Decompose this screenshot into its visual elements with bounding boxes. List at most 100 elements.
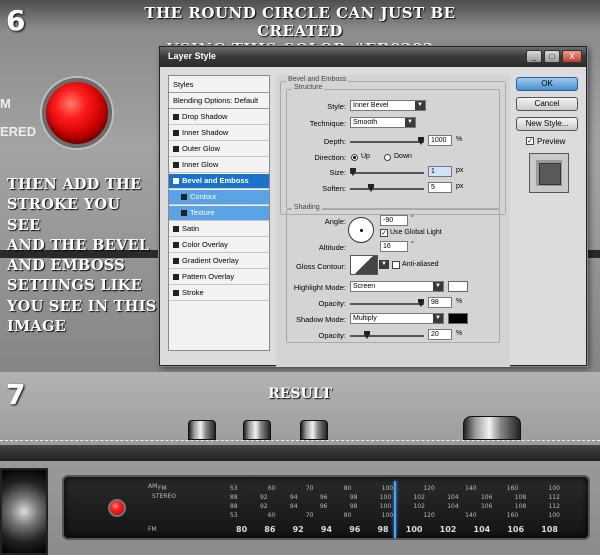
- highlight-color-swatch[interactable]: [448, 281, 468, 292]
- structure-legend: Structure: [292, 84, 325, 91]
- checkbox-icon[interactable]: [173, 226, 179, 232]
- layer-style-dialog: Layer Style _ □ X Styles Blending Option…: [159, 46, 587, 367]
- scale-tick: 53: [230, 512, 238, 519]
- checkbox-checked-icon[interactable]: [173, 178, 179, 184]
- altitude-unit: °: [411, 241, 414, 248]
- shadow-opacity-input[interactable]: 20: [428, 329, 452, 340]
- depth-label: Depth:: [323, 137, 346, 146]
- radio-knob: [188, 420, 216, 440]
- scale-tick: 96: [319, 494, 328, 501]
- fm-tick: 108: [541, 525, 558, 534]
- checkbox-icon[interactable]: [173, 146, 179, 152]
- anti-aliased-label: Anti-aliased: [402, 261, 439, 268]
- styles-list-stroke[interactable]: Stroke: [169, 286, 269, 301]
- depth-input[interactable]: 1000: [428, 135, 452, 146]
- checkbox-icon[interactable]: [173, 290, 179, 296]
- checkbox-icon[interactable]: [173, 258, 179, 264]
- instruction-line: AND THE BEVEL: [7, 236, 150, 254]
- styles-list-bevel-emboss[interactable]: Bevel and Emboss: [169, 174, 269, 189]
- styles-list-gradient-overlay[interactable]: Gradient Overlay: [169, 254, 269, 269]
- soften-input[interactable]: 5: [428, 182, 452, 193]
- checkbox-icon[interactable]: [173, 162, 179, 168]
- minimize-button[interactable]: _: [526, 50, 542, 63]
- checkbox-icon[interactable]: [173, 130, 179, 136]
- scale-tick: 112: [548, 494, 560, 501]
- anti-aliased-checkbox[interactable]: [392, 261, 400, 269]
- preview-checkbox[interactable]: ✓: [526, 137, 534, 145]
- ok-button[interactable]: OK: [516, 77, 578, 91]
- angle-dial-icon[interactable]: [348, 217, 374, 243]
- style-dropdown[interactable]: Inner Bevel ▼: [350, 100, 426, 111]
- step6-instructions: THEN ADD THE STROKE YOU SEE AND THE BEVE…: [7, 175, 157, 337]
- checkbox-icon[interactable]: [173, 242, 179, 248]
- styles-list-styles[interactable]: Styles: [169, 78, 269, 93]
- depth-slider[interactable]: [350, 137, 424, 145]
- scale-tick: 53: [230, 485, 238, 492]
- scale-tick: 94: [289, 494, 298, 501]
- scale-tick: 60: [267, 485, 276, 492]
- checkbox-icon[interactable]: [181, 210, 187, 216]
- tuner-dial: FM STEREO AM FM 53 60 70 80 100 120 140 …: [62, 475, 590, 540]
- new-style-button[interactable]: New Style...: [516, 117, 578, 131]
- direction-label: Direction:: [314, 153, 346, 162]
- gloss-contour-picker[interactable]: [350, 255, 378, 275]
- dialog-titlebar[interactable]: Layer Style _ □ X: [160, 47, 586, 67]
- fm-tick: 92: [292, 525, 304, 534]
- maximize-button[interactable]: □: [544, 50, 560, 63]
- scale-tick: 94: [289, 503, 298, 510]
- am-tag: AM: [148, 483, 158, 490]
- red-circle-button: [42, 78, 112, 148]
- scale-tick: 108: [514, 494, 527, 501]
- radio-knob: [300, 420, 328, 440]
- altitude-input[interactable]: 16: [380, 241, 408, 252]
- stereo-label-top: M: [0, 96, 11, 111]
- gloss-contour-label: Gloss Contour:: [295, 262, 346, 271]
- angle-input[interactable]: -90: [380, 215, 408, 226]
- size-unit: px: [456, 167, 464, 174]
- shadow-opacity-slider[interactable]: [350, 331, 424, 339]
- scale-tick: 100: [381, 512, 394, 519]
- use-global-light-checkbox[interactable]: ✓: [380, 229, 388, 237]
- highlight-mode-dropdown[interactable]: Screen ▼: [350, 281, 444, 292]
- soften-slider[interactable]: [350, 184, 424, 192]
- scale-tick: 160: [506, 512, 519, 519]
- styles-list-inner-shadow[interactable]: Inner Shadow: [169, 126, 269, 141]
- styles-list-pattern-overlay[interactable]: Pattern Overlay: [169, 270, 269, 285]
- styles-list-drop-shadow[interactable]: Drop Shadow: [169, 110, 269, 125]
- highlight-opacity-slider[interactable]: [350, 299, 424, 307]
- direction-down-radio[interactable]: [384, 154, 391, 161]
- styles-list-texture[interactable]: Texture: [169, 206, 269, 221]
- direction-up-radio[interactable]: [351, 154, 358, 161]
- shadow-mode-dropdown[interactable]: Multiply ▼: [350, 313, 444, 324]
- scale-tick: 80: [343, 485, 352, 492]
- scale-tick: 140: [465, 512, 477, 519]
- styles-list-inner-glow[interactable]: Inner Glow: [169, 158, 269, 173]
- stereo-tag: STEREO: [152, 493, 176, 500]
- size-input[interactable]: 1: [428, 166, 452, 177]
- scale-tick: 92: [259, 494, 268, 501]
- styles-list-color-overlay[interactable]: Color Overlay: [169, 238, 269, 253]
- direction-down-label: Down: [394, 153, 412, 160]
- size-slider[interactable]: [350, 168, 424, 176]
- dark-strip: [0, 445, 600, 461]
- shading-legend: Shading: [292, 204, 322, 211]
- checkbox-icon[interactable]: [181, 194, 187, 200]
- styles-list-contour[interactable]: Contour: [169, 190, 269, 205]
- checkbox-icon[interactable]: [173, 274, 179, 280]
- step6-title-line1: THE ROUND CIRCLE CAN JUST BE CREATED: [144, 4, 456, 40]
- scale-tick: 70: [305, 512, 314, 519]
- cancel-button[interactable]: Cancel: [516, 97, 578, 111]
- checkbox-icon[interactable]: [173, 114, 179, 120]
- styles-list-blending-options[interactable]: Blending Options: Default: [169, 94, 269, 109]
- scale-tick: 106: [480, 494, 493, 501]
- close-button[interactable]: X: [562, 50, 582, 63]
- styles-list-satin[interactable]: Satin: [169, 222, 269, 237]
- altitude-label: Altitude:: [318, 243, 346, 252]
- style-label: Style:: [327, 102, 346, 111]
- shadow-color-swatch[interactable]: [448, 313, 468, 324]
- technique-dropdown[interactable]: Smooth ▼: [350, 117, 416, 128]
- fm-tick: 96: [349, 525, 361, 534]
- styles-list-outer-glow[interactable]: Outer Glow: [169, 142, 269, 157]
- highlight-opacity-input[interactable]: 98: [428, 297, 452, 308]
- chevron-down-icon[interactable]: ▼: [379, 260, 389, 269]
